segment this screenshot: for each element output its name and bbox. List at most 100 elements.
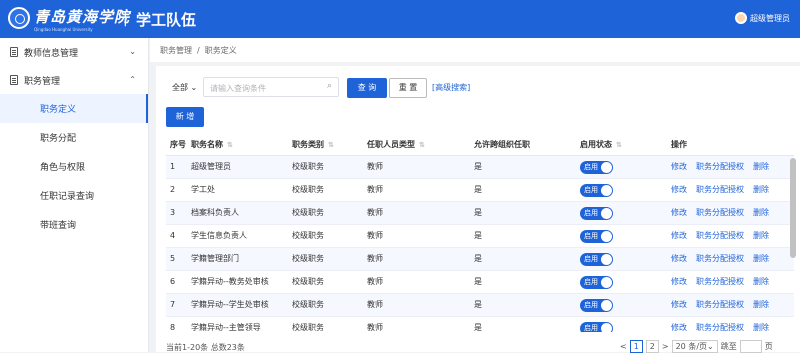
toggle-knob — [601, 208, 612, 219]
cell-category: 校级职务 — [292, 277, 324, 286]
table-row: 5 学籍管理部门 校级职务 教师 是 启用 修改 职务分配授权 删除 — [166, 248, 794, 271]
prev-page-button[interactable]: < — [620, 342, 627, 351]
cell-actions: 修改 职务分配授权 删除 — [671, 202, 778, 224]
breadcrumb-current: 职务定义 — [204, 45, 237, 55]
edit-link[interactable]: 修改 — [671, 254, 687, 263]
grant-link[interactable]: 职务分配授权 — [696, 162, 744, 171]
delete-link[interactable]: 删除 — [753, 254, 769, 263]
cell-category: 校级职务 — [292, 300, 324, 309]
grant-link[interactable]: 职务分配授权 — [696, 231, 744, 240]
breadcrumb-parent[interactable]: 职务管理 — [160, 45, 192, 56]
delete-link[interactable]: 删除 — [753, 300, 769, 309]
sidebar-group-teacher-info[interactable]: 教师信息管理 ⌄ — [0, 38, 148, 66]
column-header-label: 职务类别 — [292, 140, 324, 149]
status-toggle[interactable]: 启用 — [580, 184, 613, 197]
user-menu[interactable]: 超级管理员 — [735, 12, 790, 24]
sidebar-group-label: 教师信息管理 — [24, 48, 79, 59]
cell-type: 教师 — [367, 231, 383, 240]
delete-link[interactable]: 删除 — [753, 277, 769, 286]
cell-category: 校级职务 — [292, 208, 324, 217]
page-size-select[interactable]: 20 条/页⌄ — [671, 340, 718, 353]
grant-link[interactable]: 职务分配授权 — [696, 208, 744, 217]
column-header-label: 任职人员类型 — [367, 140, 415, 149]
delete-link[interactable]: 删除 — [753, 185, 769, 194]
status-label: 启用 — [584, 232, 598, 240]
sidebar-item-class-query[interactable]: 带班查询 — [0, 210, 148, 239]
delete-link[interactable]: 删除 — [753, 208, 769, 217]
cell-actions: 修改 职务分配授权 删除 — [671, 271, 778, 293]
sidebar-item-tenure-records[interactable]: 任职记录查询 — [0, 181, 148, 210]
cell-name: 学籍管理部门 — [191, 254, 239, 263]
delete-link[interactable]: 删除 — [753, 231, 769, 240]
cell-cross: 是 — [474, 323, 482, 332]
status-toggle[interactable]: 启用 — [580, 276, 613, 289]
page-2-button[interactable]: 2 — [645, 340, 659, 353]
cell-type: 教师 — [367, 277, 383, 286]
sort-icon[interactable]: ⇅ — [419, 141, 425, 149]
status-toggle[interactable]: 启用 — [580, 230, 613, 243]
column-header-category[interactable]: 职务类别 ⇅ — [292, 134, 334, 156]
delete-link[interactable]: 删除 — [753, 323, 769, 332]
sidebar-item-roles[interactable]: 角色与权限 — [0, 152, 148, 181]
table-header-row: 序号 职务名称 ⇅ 职务类别 ⇅ 任职人员类型 ⇅ 允许跨组织任职 启用状态 ⇅ 操作 — [166, 134, 794, 156]
cell-category: 校级职务 — [292, 162, 324, 171]
grant-link[interactable]: 职务分配授权 — [696, 277, 744, 286]
record-summary: 当前1-20条 总数23条 — [166, 343, 245, 352]
status-label: 启用 — [584, 278, 598, 286]
edit-link[interactable]: 修改 — [671, 323, 687, 332]
sidebar-item-position-assignment[interactable]: 职务分配 — [0, 123, 148, 152]
search-input[interactable]: 请输入查询条件 ⌕ — [203, 77, 339, 97]
edit-link[interactable]: 修改 — [671, 277, 687, 286]
sort-icon[interactable]: ⇅ — [227, 141, 233, 149]
next-page-button[interactable]: > — [662, 342, 669, 351]
scope-select[interactable]: 全部 ⌄ — [172, 82, 197, 93]
status-toggle[interactable]: 启用 — [580, 322, 613, 332]
status-label: 启用 — [584, 301, 598, 309]
grant-link[interactable]: 职务分配授权 — [696, 323, 744, 332]
query-button[interactable]: 查 询 — [347, 78, 387, 98]
edit-link[interactable]: 修改 — [671, 300, 687, 309]
cell-no: 3 — [170, 208, 176, 217]
status-toggle[interactable]: 启用 — [580, 207, 613, 220]
add-button[interactable]: 新 增 — [166, 107, 204, 127]
grant-link[interactable]: 职务分配授权 — [696, 254, 744, 263]
status-toggle[interactable]: 启用 — [580, 161, 613, 174]
sidebar-group-position[interactable]: 职务管理 ⌃ — [0, 66, 148, 94]
vertical-scrollbar[interactable] — [790, 158, 796, 258]
status-label: 启用 — [584, 324, 598, 332]
edit-link[interactable]: 修改 — [671, 185, 687, 194]
edit-link[interactable]: 修改 — [671, 208, 687, 217]
grant-link[interactable]: 职务分配授权 — [696, 300, 744, 309]
table-row: 4 学生信息负责人 校级职务 教师 是 启用 修改 职务分配授权 删除 — [166, 225, 794, 248]
cell-type: 教师 — [367, 185, 383, 194]
cell-actions: 修改 职务分配授权 删除 — [671, 225, 778, 247]
search-icon[interactable]: ⌕ — [327, 81, 332, 91]
status-toggle[interactable]: 启用 — [580, 299, 613, 312]
delete-link[interactable]: 删除 — [753, 162, 769, 171]
advanced-search-link[interactable]: [高级搜索] — [432, 82, 470, 93]
toggle-knob — [601, 231, 612, 242]
breadcrumb-separator: / — [197, 45, 200, 55]
reset-button[interactable]: 重 置 — [389, 78, 427, 98]
status-toggle[interactable]: 启用 — [580, 253, 613, 266]
status-label: 启用 — [584, 163, 598, 171]
edit-link[interactable]: 修改 — [671, 231, 687, 240]
column-header-name[interactable]: 职务名称 ⇅ — [191, 134, 233, 156]
school-logo-text: 青岛黄海学院 — [34, 8, 131, 26]
chevron-down-icon: ⌄ — [190, 83, 198, 92]
column-header-type[interactable]: 任职人员类型 ⇅ — [367, 134, 425, 156]
cell-no: 2 — [170, 185, 176, 194]
cell-type: 教师 — [367, 300, 383, 309]
grant-link[interactable]: 职务分配授权 — [696, 185, 744, 194]
toggle-knob — [601, 277, 612, 288]
edit-link[interactable]: 修改 — [671, 162, 687, 171]
page-1-button[interactable]: 1 — [629, 340, 643, 353]
sort-icon[interactable]: ⇅ — [616, 141, 622, 149]
sidebar-item-position-definition[interactable]: 职务定义 — [0, 94, 148, 123]
goto-page-input[interactable] — [739, 340, 762, 353]
column-header-status[interactable]: 启用状态 ⇅ — [580, 134, 622, 156]
cell-cross: 是 — [474, 300, 482, 309]
sort-icon[interactable]: ⇅ — [328, 141, 334, 149]
cell-type: 教师 — [367, 162, 383, 171]
column-header-actions: 操作 — [671, 140, 687, 149]
